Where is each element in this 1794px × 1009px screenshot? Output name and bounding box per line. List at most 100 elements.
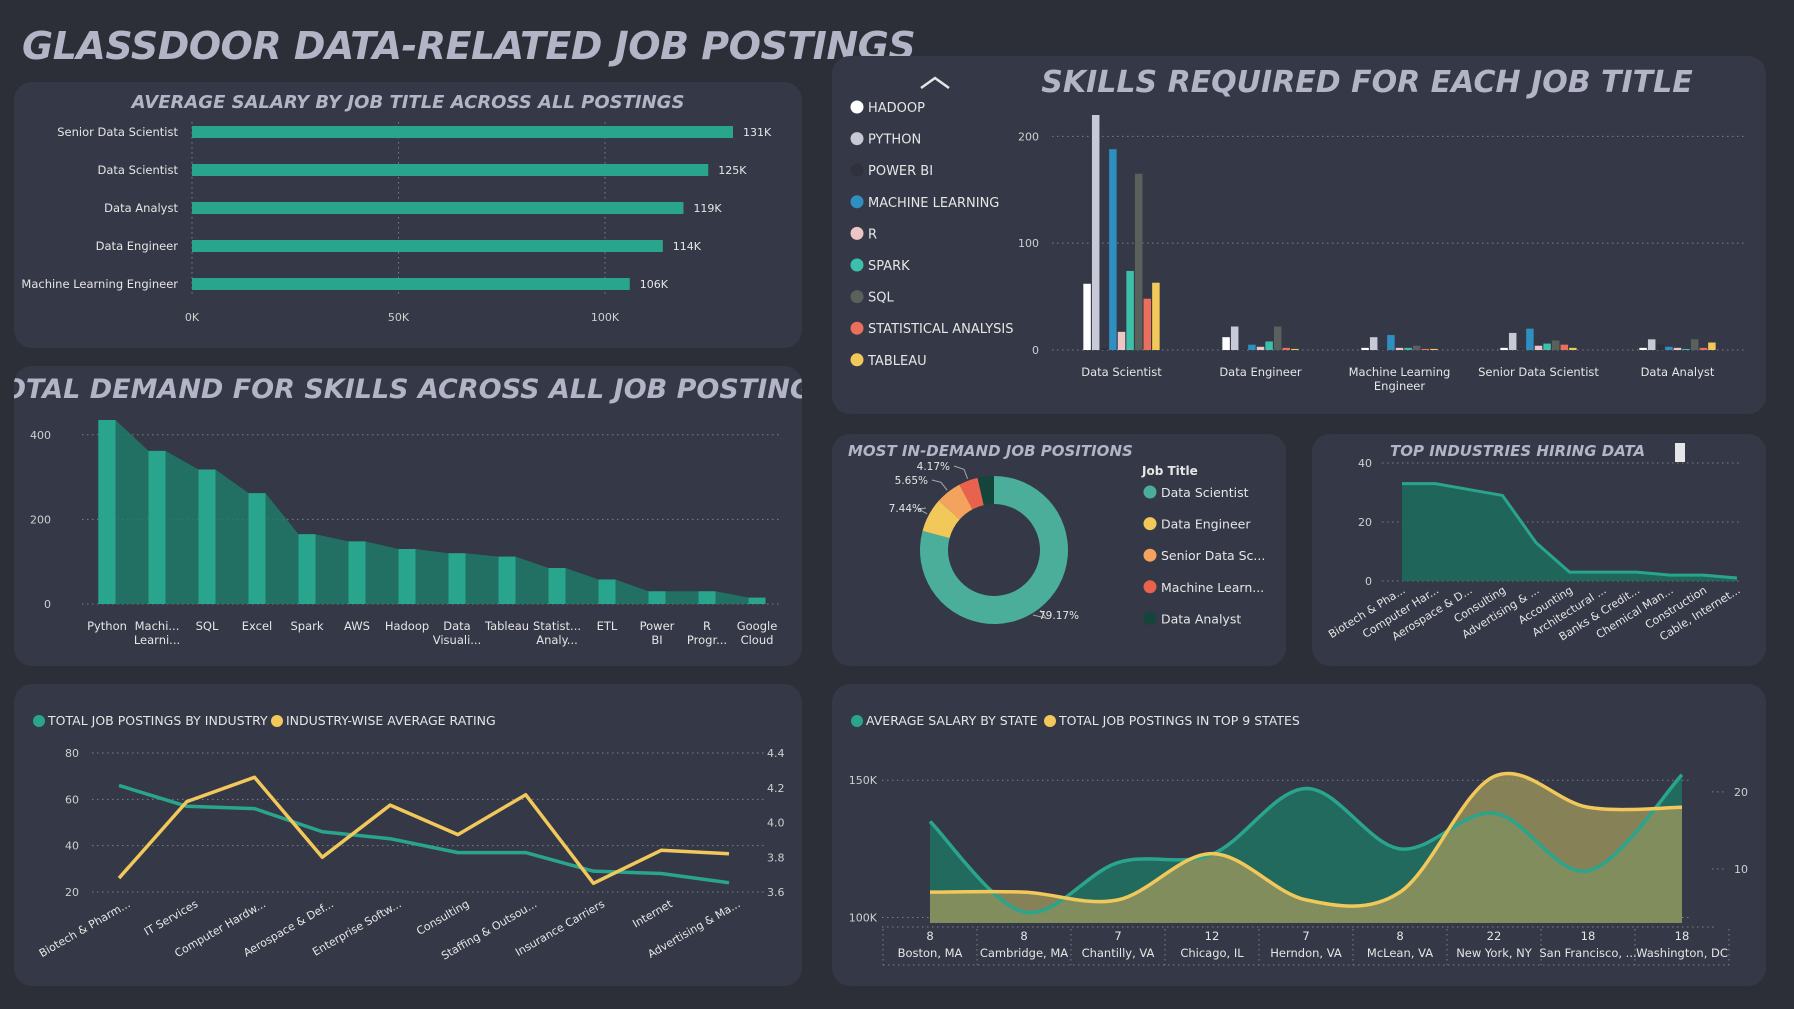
demand-bar — [298, 534, 316, 604]
category-label: Data Engineer — [1219, 365, 1302, 379]
demand-bar — [648, 591, 666, 604]
collapse-caret-icon[interactable] — [920, 76, 950, 90]
salary-bar — [192, 240, 663, 252]
state-salary-card: AVERAGE SALARY BY STATE TOTAL JOB POSTING… — [832, 684, 1766, 986]
skill-bar — [1569, 347, 1577, 350]
y-right-tick-label: 20 — [1734, 786, 1748, 799]
demand-bar — [98, 420, 116, 604]
skill-bar — [1248, 344, 1256, 350]
category-label: Data Analyst — [1641, 365, 1715, 379]
skill-bar — [1387, 335, 1395, 350]
y-tick-label: 200 — [1018, 130, 1039, 143]
category-label: Excel — [242, 619, 272, 633]
skill-bar — [1239, 348, 1248, 350]
y-tick-label: 20 — [65, 886, 79, 899]
legend-dot — [850, 321, 864, 335]
category-label: Data Scientist — [1081, 365, 1162, 379]
skill-bar — [1273, 326, 1282, 350]
chart-svg: MOST IN-DEMAND JOB POSITIONS 79.17% 7.44% 5… — [848, 442, 1265, 626]
skill-bar — [1256, 346, 1265, 350]
category-label: Python — [87, 619, 127, 633]
category-label: Statist... — [533, 619, 581, 633]
y-tick-label: 0 — [44, 598, 51, 611]
category-label: Washington, DC — [1636, 946, 1728, 960]
avg-salary-card: AVERAGE SALARY BY JOB TITLE ACROSS ALL P… — [14, 82, 802, 348]
data-label: 119K — [693, 202, 722, 215]
page-title: GLASSDOOR DATA-RELATED JOB POSTINGS — [22, 24, 916, 68]
skill-bar — [1083, 283, 1091, 350]
chart-svg: TOTAL DEMAND FOR SKILLS ACROSS ALL JOB P… — [14, 374, 802, 647]
legend-label: MACHINE LEARNING — [868, 196, 999, 211]
legend-dot — [850, 132, 864, 146]
y-tick-label: 40 — [65, 840, 79, 853]
category-label: New York, NY — [1456, 946, 1533, 960]
category-count: 8 — [1020, 929, 1027, 943]
demand-bar — [698, 591, 716, 604]
y-tick-label: 0 — [1365, 575, 1372, 588]
skill-bar — [1517, 348, 1526, 350]
y-tick-label: 150K — [849, 774, 878, 787]
skill-bar — [1091, 115, 1100, 350]
skill-bar — [1369, 337, 1378, 350]
skill-bar — [1690, 339, 1699, 350]
skill-bar — [1551, 340, 1560, 350]
skill-bar — [1361, 347, 1369, 350]
salary-bar — [192, 126, 733, 138]
demand-bar — [598, 579, 616, 604]
legend-dot — [1143, 611, 1157, 625]
data-label: 131K — [743, 126, 772, 139]
category-label: R — [703, 619, 711, 633]
scroll-handle[interactable] — [1675, 443, 1685, 462]
x-tick-label: 0K — [185, 311, 200, 324]
legend-title: Job Title — [1141, 464, 1198, 478]
demand-bar — [348, 541, 366, 604]
skill-bar — [1421, 348, 1430, 350]
salary-bar — [192, 164, 709, 176]
chart-svg: AVERAGE SALARY BY JOB TITLE ACROSS ALL P… — [21, 92, 772, 324]
legend-label: INDUSTRY-WISE AVERAGE RATING — [286, 713, 496, 728]
skill-bar — [1117, 331, 1126, 350]
category-label: Herndon, VA — [1270, 946, 1342, 960]
category-label: Senior Data Scientist — [57, 125, 178, 139]
category-label: Machine Learning Engineer — [21, 277, 178, 291]
skills-demand-card: TOTAL DEMAND FOR SKILLS ACROSS ALL JOB P… — [14, 366, 802, 666]
data-label: 79.17% — [1039, 610, 1079, 622]
category-label: BI — [651, 633, 662, 647]
y-right-tick-label: 3.6 — [767, 886, 785, 899]
category-label: Hadoop — [385, 619, 429, 633]
category-label: Data Analyst — [104, 201, 178, 215]
skill-bar — [1673, 347, 1682, 350]
skill-bar — [1126, 270, 1134, 350]
legend-dot — [850, 163, 864, 177]
category-label: Analy... — [536, 633, 578, 647]
chart-title: TOP INDUSTRIES HIRING DATA — [1390, 442, 1645, 460]
y-tick-label: 0 — [1032, 344, 1039, 357]
legend-label: TABLEAU — [867, 354, 927, 369]
skill-bar — [1143, 298, 1152, 350]
category-label: Progr... — [687, 633, 727, 647]
chart-title: TOTAL DEMAND FOR SKILLS ACROSS ALL JOB P… — [14, 374, 802, 405]
category-label: Learni... — [134, 633, 180, 647]
salary-bar — [192, 278, 630, 290]
postings-line — [118, 783, 730, 885]
legend-dot — [850, 226, 864, 240]
skill-bar — [1639, 347, 1647, 350]
chart-svg: SKILLS REQUIRED FOR EACH JOB TITLE HADOOP… — [850, 65, 1747, 393]
legend-label: Data Engineer — [1161, 517, 1251, 532]
legend-dot — [851, 715, 863, 727]
job-positions-card: MOST IN-DEMAND JOB POSITIONS 79.17% 7.44% 5… — [832, 434, 1286, 666]
legend-dot — [1143, 517, 1157, 531]
skill-bar — [1682, 348, 1690, 350]
legend-label: SPARK — [868, 259, 910, 274]
category-count: 22 — [1487, 929, 1502, 943]
y-tick-label: 40 — [1358, 457, 1372, 470]
top-industries-card: TOP INDUSTRIES HIRING DATA 0 20 40 Biotech &… — [1312, 434, 1766, 666]
data-label: 5.65% — [895, 475, 928, 487]
category-count: 7 — [1302, 929, 1309, 943]
demand-bar — [498, 556, 516, 604]
skill-bar — [1152, 282, 1160, 350]
legend-dot — [1143, 548, 1157, 562]
demand-bar — [448, 553, 466, 604]
chart-title: MOST IN-DEMAND JOB POSITIONS — [848, 442, 1133, 460]
skill-bar — [1230, 326, 1239, 350]
